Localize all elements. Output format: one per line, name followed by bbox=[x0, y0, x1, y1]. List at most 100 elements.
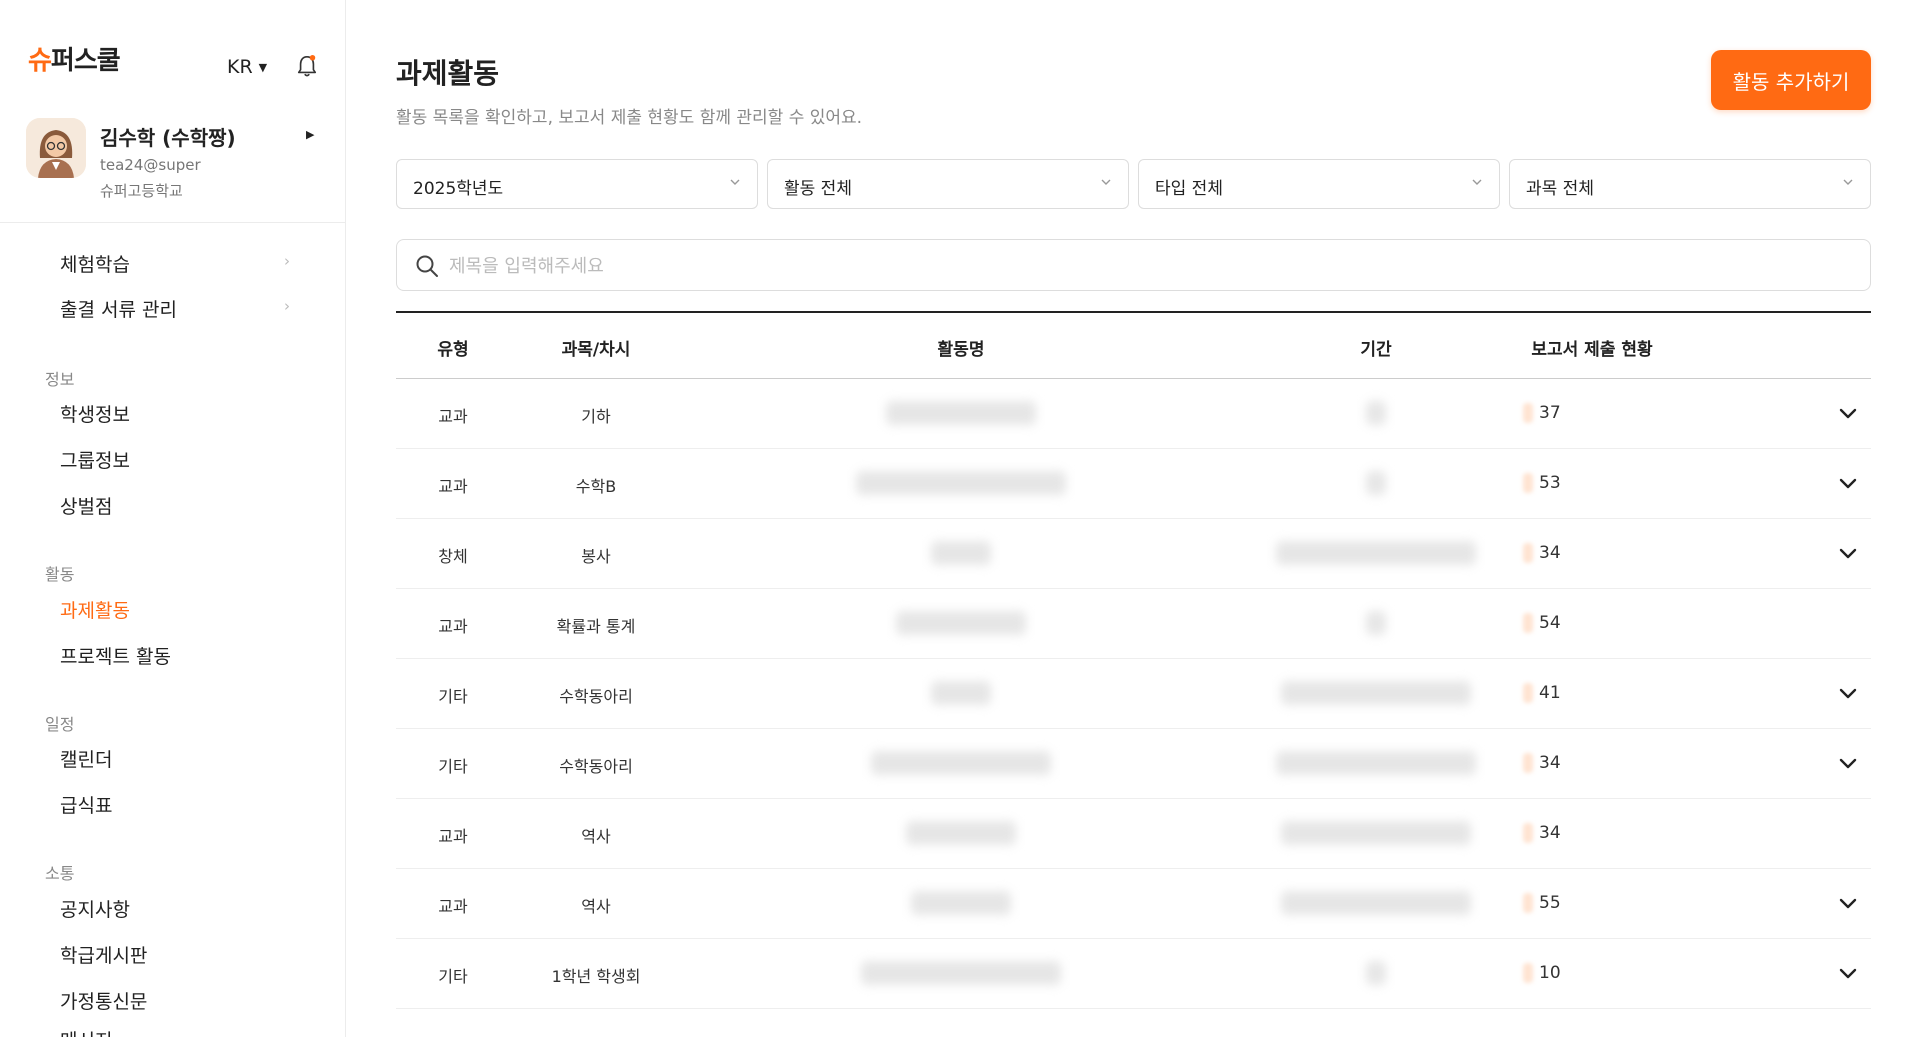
chevron-down-icon[interactable] bbox=[1836, 541, 1860, 565]
nav-section-info: 정보 bbox=[45, 370, 75, 389]
search-icon bbox=[416, 255, 438, 277]
page-subtitle: 활동 목록을 확인하고, 보고서 제출 현황도 함께 관리할 수 있어요. bbox=[396, 108, 863, 128]
avatar bbox=[26, 118, 86, 178]
sidebar-item-student-info[interactable]: 학생정보 bbox=[60, 400, 130, 427]
cell-report-count: 34 bbox=[1539, 543, 1561, 563]
table-row[interactable]: 기타 1학년 학생회 10 bbox=[396, 939, 1871, 1009]
table-row[interactable]: 기타 수학동아리 34 bbox=[396, 729, 1871, 799]
blurred-period bbox=[1276, 541, 1476, 565]
column-header-subject: 과목/차시 bbox=[561, 340, 631, 360]
blurred-period bbox=[1281, 821, 1471, 845]
chevron-down-icon[interactable] bbox=[1836, 891, 1860, 915]
sidebar-item-field-trip[interactable]: 체험학습 bbox=[60, 250, 130, 277]
logo-text: 퍼스쿨 bbox=[50, 46, 121, 76]
sidebar-item-group-info[interactable]: 그룹정보 bbox=[60, 446, 130, 473]
sidebar-item-newsletter[interactable]: 가정통신문 bbox=[60, 987, 147, 1014]
cell-type: 기타 bbox=[438, 757, 468, 776]
report-status-indicator bbox=[1523, 473, 1533, 493]
table-row[interactable]: 교과 역사 34 bbox=[396, 799, 1871, 869]
blurred-activity-name bbox=[911, 891, 1011, 915]
report-status-indicator bbox=[1523, 683, 1533, 703]
cell-type: 교과 bbox=[438, 827, 468, 846]
chevron-down-icon bbox=[1472, 179, 1482, 185]
cell-subject: 수학B bbox=[575, 477, 617, 496]
sidebar-item-attendance-docs[interactable]: 출결 서류 관리 bbox=[60, 295, 177, 322]
chevron-down-icon[interactable] bbox=[1836, 751, 1860, 775]
column-header-report-status: 보고서 제출 현황 bbox=[1531, 340, 1653, 360]
sidebar-item-meal-menu[interactable]: 급식표 bbox=[60, 791, 112, 818]
profile-name: 김수학 (수학짱) bbox=[100, 126, 236, 150]
language-selector[interactable]: KR ▼ bbox=[227, 56, 267, 78]
blurred-activity-name bbox=[871, 751, 1051, 775]
cell-type: 창체 bbox=[438, 547, 468, 566]
cell-report-count: 34 bbox=[1539, 823, 1561, 843]
blurred-period bbox=[1366, 611, 1386, 635]
subject-filter-value: 과목 전체 bbox=[1526, 179, 1594, 199]
cell-report-count: 37 bbox=[1539, 403, 1561, 423]
sidebar: 슈퍼스쿨 KR ▼ 김수학 (수학짱) tea24@super 슈퍼고등학교 ▶ … bbox=[0, 0, 346, 1037]
year-filter-select[interactable]: 2025학년도 bbox=[396, 159, 758, 209]
sidebar-item-merit-points[interactable]: 상벌점 bbox=[60, 492, 112, 519]
chevron-down-icon[interactable] bbox=[1836, 961, 1860, 985]
blurred-activity-name bbox=[856, 471, 1066, 495]
chevron-down-icon bbox=[1843, 179, 1853, 185]
nav-section-communication: 소통 bbox=[45, 864, 75, 883]
nav-section-activity: 활동 bbox=[45, 565, 75, 584]
chevron-down-icon[interactable] bbox=[1836, 401, 1860, 425]
sidebar-item-notices[interactable]: 공지사항 bbox=[60, 895, 130, 922]
blurred-activity-name bbox=[931, 681, 991, 705]
sidebar-item-project-activity[interactable]: 프로젝트 활동 bbox=[60, 642, 171, 669]
teacher-avatar-icon bbox=[26, 118, 86, 178]
cell-type: 기타 bbox=[438, 687, 468, 706]
search-input[interactable] bbox=[449, 248, 1849, 284]
table-row[interactable]: 기타 수학동아리 41 bbox=[396, 659, 1871, 729]
blurred-activity-name bbox=[906, 821, 1016, 845]
chevron-down-icon bbox=[730, 179, 740, 185]
chevron-right-icon: › bbox=[284, 297, 290, 315]
table-row[interactable]: 교과 확률과 통계 54 bbox=[396, 589, 1871, 659]
chevron-down-icon[interactable] bbox=[1836, 681, 1860, 705]
sidebar-item-calendar[interactable]: 캘린더 bbox=[60, 745, 112, 772]
cell-report-count: 54 bbox=[1539, 613, 1561, 633]
cell-subject: 봉사 bbox=[581, 547, 611, 566]
chevron-right-icon: › bbox=[284, 252, 290, 270]
table-row[interactable]: 교과 역사 55 bbox=[396, 869, 1871, 939]
column-header-activity-name: 활동명 bbox=[937, 340, 985, 360]
nav-section-schedule: 일정 bbox=[45, 715, 75, 734]
column-header-period: 기간 bbox=[1360, 340, 1392, 360]
year-filter-value: 2025학년도 bbox=[413, 179, 504, 199]
table-row[interactable]: 교과 기하 37 bbox=[396, 379, 1871, 449]
sidebar-item-messages[interactable]: 메시지 bbox=[60, 1026, 112, 1037]
sidebar-item-class-board[interactable]: 학급게시판 bbox=[60, 941, 147, 968]
search-box bbox=[396, 239, 1871, 291]
blurred-period bbox=[1281, 891, 1471, 915]
blurred-period bbox=[1281, 681, 1471, 705]
subject-filter-select[interactable]: 과목 전체 bbox=[1509, 159, 1871, 209]
add-activity-button[interactable]: 활동 추가하기 bbox=[1711, 50, 1871, 110]
page-title: 과제활동 bbox=[396, 57, 500, 90]
profile-card[interactable]: 김수학 (수학짱) tea24@super 슈퍼고등학교 ▶ bbox=[26, 118, 326, 204]
activity-filter-select[interactable]: 활동 전체 bbox=[767, 159, 1129, 209]
cell-subject: 확률과 통계 bbox=[556, 617, 636, 636]
sidebar-item-assignment-activity[interactable]: 과제활동 bbox=[60, 596, 130, 623]
cell-subject: 역사 bbox=[581, 827, 611, 846]
blurred-period bbox=[1366, 401, 1386, 425]
type-filter-select[interactable]: 타입 전체 bbox=[1138, 159, 1500, 209]
table-row[interactable]: 창체 봉사 34 bbox=[396, 519, 1871, 589]
language-label: KR bbox=[227, 56, 253, 78]
table-row[interactable]: 교과 수학B 53 bbox=[396, 449, 1871, 519]
table-header: 유형 과목/차시 활동명 기간 보고서 제출 현황 bbox=[396, 311, 1871, 379]
blurred-period bbox=[1366, 471, 1386, 495]
cell-report-count: 10 bbox=[1539, 963, 1561, 983]
cell-report-count: 34 bbox=[1539, 753, 1561, 773]
cell-type: 교과 bbox=[438, 897, 468, 916]
blurred-activity-name bbox=[931, 541, 991, 565]
profile-email: tea24@super bbox=[100, 156, 201, 174]
chevron-down-icon[interactable] bbox=[1836, 471, 1860, 495]
cell-subject: 역사 bbox=[581, 897, 611, 916]
blurred-activity-name bbox=[886, 401, 1036, 425]
app-logo[interactable]: 슈퍼스쿨 bbox=[28, 40, 121, 77]
notification-bell-icon[interactable] bbox=[296, 54, 318, 78]
logo-accent-text: 슈 bbox=[28, 46, 52, 76]
report-status-indicator bbox=[1523, 613, 1533, 633]
